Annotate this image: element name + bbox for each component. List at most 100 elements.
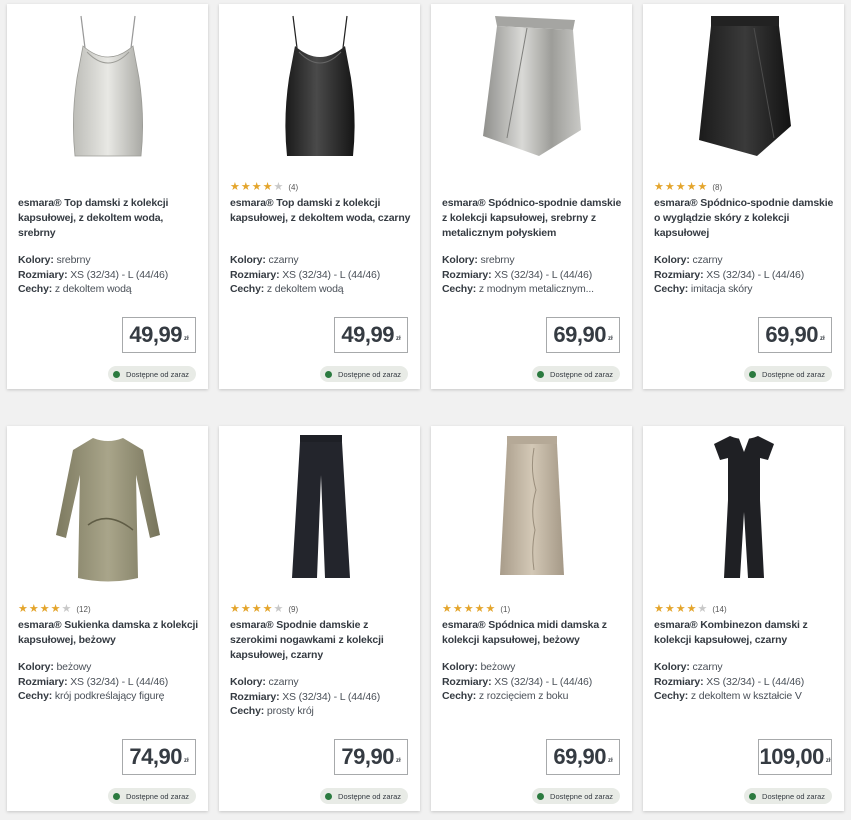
attr-features: Cechy: z modnym metalicznym...	[442, 283, 594, 295]
star-icon: ★	[39, 602, 50, 615]
product-image[interactable]	[7, 4, 208, 166]
product-image[interactable]	[643, 426, 844, 588]
product-title[interactable]: esmara® Spódnico-spodnie damskie z kolek…	[442, 196, 626, 241]
availability-badge: Dostępne od zaraz	[108, 366, 196, 382]
product-image[interactable]	[431, 4, 632, 166]
product-title[interactable]: esmara® Top damski z kolekcji kapsułowej…	[230, 196, 414, 226]
attr-colors: Kolory: czarny	[230, 254, 299, 266]
product-image[interactable]	[643, 4, 844, 166]
price-currency: zł	[395, 758, 401, 764]
availability-badge: Dostępne od zaraz	[532, 788, 620, 804]
product-attributes: Kolory: beżowy Rozmiary: XS (32/34) - L …	[18, 660, 204, 704]
price-box: 74,90 zł	[122, 739, 196, 775]
price-amount: 69,90	[553, 322, 606, 347]
product-title[interactable]: esmara® Spódnica midi damska z kolekcji …	[442, 618, 626, 648]
product-rating[interactable]: ★ ★ ★ ★ ★ (14)	[654, 603, 727, 615]
star-icon: ★	[474, 602, 485, 615]
attr-colors: Kolory: beżowy	[18, 661, 92, 673]
price-amount: 49,99	[341, 322, 394, 347]
product-image[interactable]	[219, 4, 420, 166]
attr-sizes: Rozmiary: XS (32/34) - L (44/46)	[18, 675, 169, 688]
product-rating[interactable]: ★ ★ ★ ★ ★ (4)	[230, 181, 298, 193]
attr-colors: Kolory: czarny	[654, 661, 723, 673]
price-amount: 49,99	[129, 322, 182, 347]
attr-colors: Kolory: czarny	[654, 254, 723, 266]
product-attributes: Kolory: czarny Rozmiary: XS (32/34) - L …	[654, 253, 840, 297]
star-icon: ★	[452, 602, 463, 615]
product-title[interactable]: esmara® Top damski z kolekcji kapsułowej…	[18, 196, 202, 241]
star-icon: ★	[18, 602, 28, 615]
star-icon: ★	[240, 180, 251, 193]
star-icon: ★	[654, 602, 664, 615]
product-card[interactable]: ★ ★ ★ ★ ★ (1) esmara® Spódnica midi damska z …	[431, 426, 632, 811]
attr-sizes: Rozmiary: XS (32/34) - L (44/46)	[18, 268, 169, 281]
star-icon: ★	[654, 180, 664, 193]
product-rating[interactable]: ★ ★ ★ ★ ★ (1)	[442, 603, 510, 615]
availability-badge: Dostępne od zaraz	[744, 366, 832, 382]
attr-features: Cechy: krój podkreślający figurę	[18, 690, 165, 702]
product-title[interactable]: esmara® Spódnico-spodnie damskie o wyglą…	[654, 196, 838, 241]
product-image[interactable]	[431, 426, 632, 588]
attr-features: Cechy: z rozcięciem z boku	[442, 690, 569, 702]
product-card[interactable]: ★ ★ ★ ★ ★ (14) esmara® Kombinezon damski z ko…	[643, 426, 844, 811]
review-count: (9)	[288, 604, 299, 614]
product-title[interactable]: esmara® Sukienka damska z kolekcji kapsu…	[18, 618, 202, 648]
star-icon: ★	[273, 180, 284, 193]
attr-colors: Kolory: srebrny	[442, 254, 515, 266]
product-image[interactable]	[219, 426, 420, 588]
product-rating[interactable]: ★ ★ ★ ★ ★ (9)	[230, 603, 298, 615]
available-dot-icon	[325, 792, 333, 800]
attr-sizes: Rozmiary: XS (32/34) - L (44/46)	[654, 675, 805, 688]
attr-sizes: Rozmiary: XS (32/34) - L (44/46)	[230, 690, 381, 703]
attr-sizes: Rozmiary: XS (32/34) - L (44/46)	[442, 675, 593, 688]
product-card[interactable]: ★ ★ ★ ★ ★ (8) esmara® Spódnico-spodnie damski…	[643, 4, 844, 389]
price-box: 69,90 zł	[546, 739, 620, 775]
product-title[interactable]: esmara® Kombinezon damski z kolekcji kap…	[654, 618, 838, 648]
attr-colors: Kolory: beżowy	[442, 661, 516, 673]
available-dot-icon	[749, 792, 757, 800]
price-amount: 69,90	[765, 322, 818, 347]
availability-badge: Dostępne od zaraz	[108, 788, 196, 804]
product-attributes: Kolory: czarny Rozmiary: XS (32/34) - L …	[230, 675, 416, 719]
star-icon: ★	[262, 602, 273, 615]
star-icon: ★	[664, 602, 675, 615]
star-icon: ★	[230, 180, 240, 193]
product-image[interactable]	[7, 426, 208, 588]
review-count: (14)	[712, 604, 727, 614]
product-card[interactable]: ★ ★ ★ ★ ★ (12) esmara® Sukienka damska z kole…	[7, 426, 208, 811]
product-card[interactable]: esmara® Spódnico-spodnie damskie z kolek…	[431, 4, 632, 389]
star-icon: ★	[61, 602, 72, 615]
star-icon: ★	[675, 180, 686, 193]
star-icon: ★	[664, 180, 675, 193]
product-title[interactable]: esmara® Spodnie damskie z szerokimi noga…	[230, 618, 414, 663]
star-icon: ★	[28, 602, 39, 615]
product-rating[interactable]: ★ ★ ★ ★ ★ (12)	[18, 603, 91, 615]
attr-features: Cechy: imitacja skóry	[654, 283, 753, 295]
availability-badge: Dostępne od zaraz	[320, 788, 408, 804]
attr-sizes: Rozmiary: XS (32/34) - L (44/46)	[442, 268, 593, 281]
price-amount: 109,00	[759, 744, 825, 769]
attr-colors: Kolory: srebrny	[18, 254, 91, 266]
available-dot-icon	[537, 370, 545, 378]
review-count: (1)	[500, 604, 511, 614]
product-attributes: Kolory: beżowy Rozmiary: XS (32/34) - L …	[442, 660, 628, 704]
product-rating[interactable]: ★ ★ ★ ★ ★ (8)	[654, 181, 722, 193]
review-count: (8)	[712, 182, 723, 192]
product-card[interactable]: ★ ★ ★ ★ ★ (4) esmara® Top damski z kolekcji k…	[219, 4, 420, 389]
product-card[interactable]: esmara® Top damski z kolekcji kapsułowej…	[7, 4, 208, 389]
star-icon: ★	[686, 180, 697, 193]
price-currency: zł	[395, 336, 401, 342]
star-icon: ★	[485, 602, 496, 615]
price-currency: zł	[607, 758, 613, 764]
available-dot-icon	[113, 792, 121, 800]
attr-features: Cechy: z dekoltem w kształcie V	[654, 690, 802, 702]
price-box: 49,99 zł	[334, 317, 408, 353]
price-amount: 79,90	[341, 744, 394, 769]
price-amount: 69,90	[553, 744, 606, 769]
product-card[interactable]: ★ ★ ★ ★ ★ (9) esmara® Spodnie damskie z szero…	[219, 426, 420, 811]
review-count: (12)	[76, 604, 91, 614]
availability-badge: Dostępne od zaraz	[320, 366, 408, 382]
star-icon: ★	[251, 602, 262, 615]
star-icon: ★	[50, 602, 61, 615]
price-amount: 74,90	[129, 744, 182, 769]
